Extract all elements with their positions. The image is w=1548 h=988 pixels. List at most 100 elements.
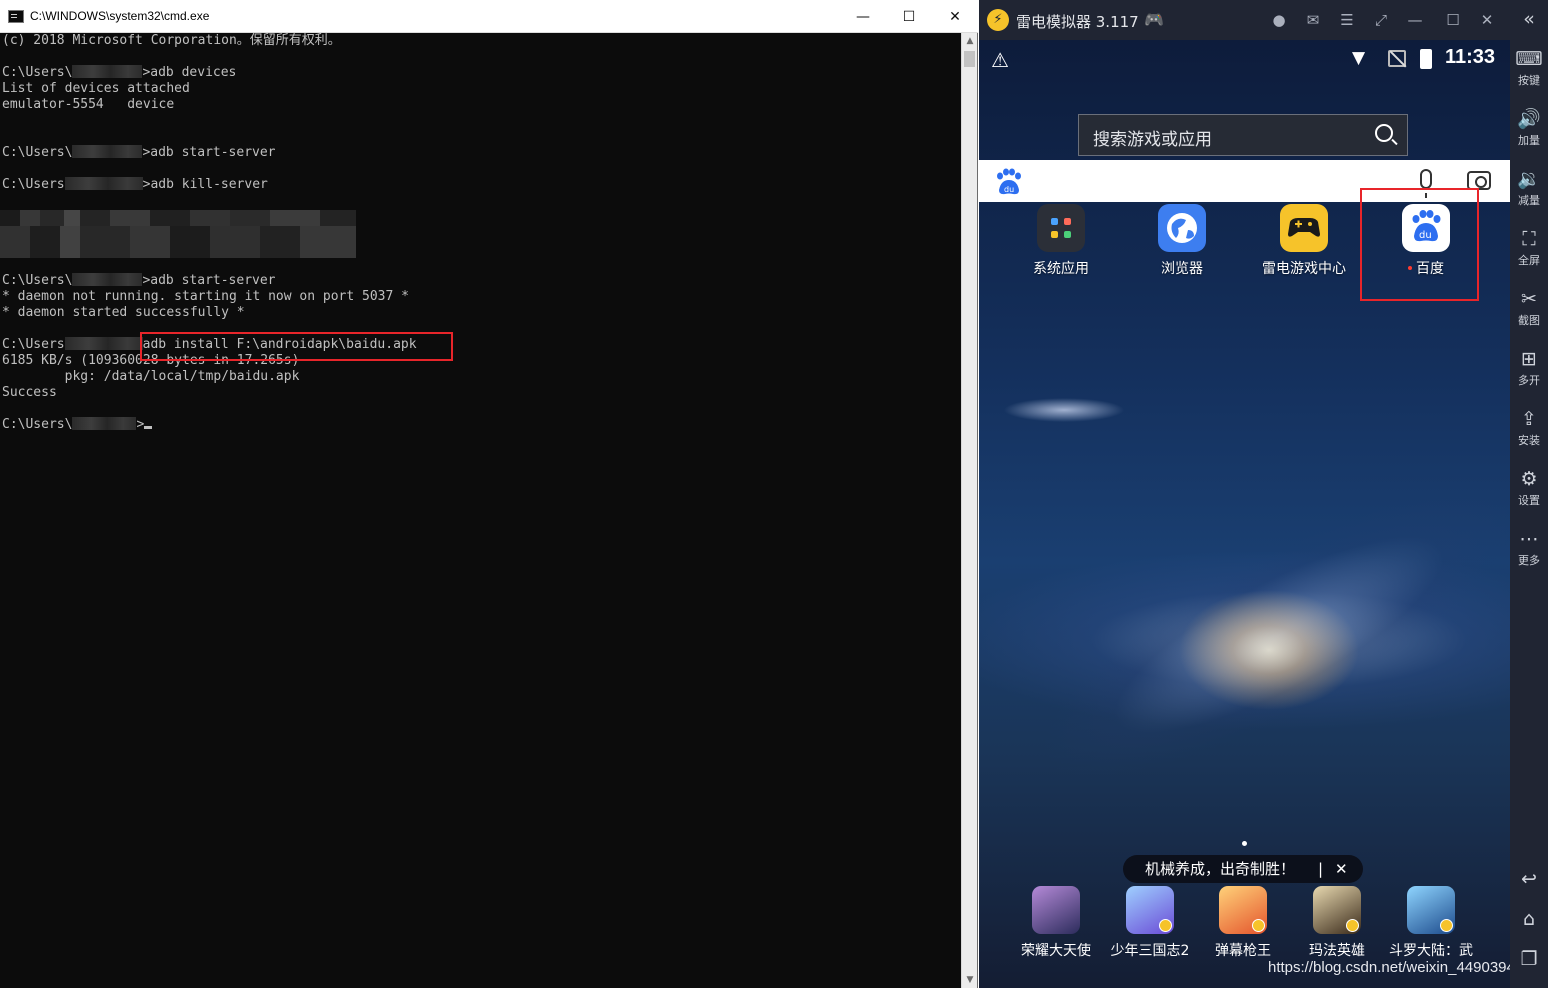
console-text: C:\Users\ bbox=[2, 145, 73, 160]
sidebar-button[interactable]: ⊞ 多开 bbox=[1510, 348, 1548, 388]
game-thumbnail-icon bbox=[1313, 886, 1361, 934]
maximize-button[interactable]: ☐ bbox=[886, 0, 932, 33]
console-command: >adb kill-server bbox=[142, 177, 268, 192]
emulator-titlebar[interactable]: ⚡ 雷电模拟器 3.117 🎮 ● ✉ ☰ ⤢ — ☐ ✕ bbox=[979, 0, 1510, 40]
promo-separator: | bbox=[1318, 860, 1324, 878]
mail-icon[interactable]: ✉ bbox=[1302, 9, 1324, 31]
back-icon[interactable]: ↩ bbox=[1510, 868, 1548, 890]
game-thumbnail-icon bbox=[1032, 886, 1080, 934]
app-search-box[interactable]: 搜索游戏或应用 bbox=[1078, 114, 1408, 156]
close-button[interactable]: ✕ bbox=[932, 0, 978, 33]
scroll-down-arrow-icon[interactable]: ▼ bbox=[962, 972, 978, 988]
sidebar-button[interactable]: 🔊 加量 bbox=[1510, 108, 1548, 148]
promo-banner[interactable]: 机械养成，出奇制胜！ | ✕ bbox=[1123, 855, 1363, 883]
sidebar-button[interactable]: ⋯ 更多 bbox=[1510, 528, 1548, 568]
app-shortcut[interactable]: 雷电游戏中心 bbox=[1249, 204, 1359, 278]
console-line: pkg: /data/local/tmp/baidu.apk bbox=[2, 369, 962, 385]
scroll-up-arrow-icon[interactable]: ▲ bbox=[962, 33, 978, 49]
settings-icon: ⚙ bbox=[1520, 468, 1538, 490]
console-line: Success bbox=[2, 385, 962, 401]
battery-charging-icon bbox=[1420, 49, 1432, 69]
app-label-text: 系统应用 bbox=[1033, 261, 1089, 277]
promo-close-icon[interactable]: ✕ bbox=[1335, 855, 1348, 883]
scroll-thumb[interactable] bbox=[964, 51, 975, 67]
app-label: 系统应用 bbox=[1006, 258, 1116, 278]
keyboard-icon: ⌨ bbox=[1515, 48, 1543, 70]
leidian-badge-icon bbox=[1252, 919, 1265, 932]
search-icon[interactable] bbox=[1375, 124, 1393, 142]
console-command: >adb start-server bbox=[142, 145, 276, 160]
sidebar-label: 安装 bbox=[1518, 434, 1540, 447]
leidian-badge-icon bbox=[1346, 919, 1359, 932]
status-time: 11:33 bbox=[1445, 46, 1496, 68]
android-screen[interactable]: ⚠ ▼ 11:33 搜索游戏或应用 du 系统应用 浏览器 雷电游戏中心 du 百度 bbox=[979, 40, 1510, 988]
cmd-titlebar[interactable]: C:\WINDOWS\system32\cmd.exe — ☐ ✕ bbox=[0, 0, 978, 33]
scissors-icon: ✂ bbox=[1521, 288, 1537, 310]
app-label-text: 雷电游戏中心 bbox=[1262, 261, 1346, 277]
console-command: >adb devices bbox=[142, 65, 237, 80]
more-icon: ⋯ bbox=[1519, 528, 1539, 550]
game-thumbnail-icon bbox=[1219, 886, 1267, 934]
collapse-sidebar-icon[interactable]: « bbox=[1510, 8, 1548, 30]
sidebar-button[interactable]: ✂ 截图 bbox=[1510, 288, 1548, 328]
sidebar-button[interactable]: ⇪ 安装 bbox=[1510, 408, 1548, 448]
game-thumbnail-icon bbox=[1407, 886, 1455, 934]
voice-search-icon[interactable] bbox=[1420, 169, 1432, 198]
status-bar: ⚠ ▼ 11:33 bbox=[979, 40, 1510, 80]
sidebar-button[interactable]: ⚙ 设置 bbox=[1510, 468, 1548, 508]
sidebar-label: 按键 bbox=[1518, 74, 1540, 87]
console-text: C:\Users bbox=[2, 177, 65, 192]
emulator-minimize-icon[interactable]: — bbox=[1404, 9, 1426, 31]
leidian-logo-icon: ⚡ bbox=[987, 9, 1009, 31]
redacted-username bbox=[64, 177, 143, 190]
game-label: 荣耀大天使 bbox=[1021, 943, 1091, 959]
redacted-username bbox=[72, 417, 137, 430]
console-text: C:\Users\ bbox=[2, 65, 73, 80]
console-command: > bbox=[136, 417, 145, 432]
user-avatar-icon[interactable]: ● bbox=[1268, 9, 1290, 31]
fullscreen-icon: ⛶ bbox=[1522, 228, 1536, 250]
sidebar-label: 全屏 bbox=[1518, 254, 1540, 267]
restore-window-icon[interactable]: ⤢ bbox=[1370, 9, 1392, 31]
emulator-window: ⚡ 雷电模拟器 3.117 🎮 ● ✉ ☰ ⤢ — ☐ ✕ ⚠ ▼ 11:33 … bbox=[979, 0, 1548, 988]
menu-icon[interactable]: ☰ bbox=[1336, 9, 1358, 31]
sidebar-button[interactable]: ⌨ 按键 bbox=[1510, 48, 1548, 88]
game-shortcut[interactable]: 斗罗大陆：武 bbox=[1384, 886, 1478, 960]
csdn-watermark: https://blog.csdn.net/weixin_44903941 bbox=[1268, 959, 1510, 976]
emulator-maximize-icon[interactable]: ☐ bbox=[1442, 9, 1464, 31]
svg-text:du: du bbox=[1004, 185, 1014, 194]
game-shortcut[interactable]: 弹幕枪王 bbox=[1196, 886, 1290, 960]
console-text: C:\Users bbox=[2, 337, 65, 352]
sidebar-button[interactable]: 🔉 减量 bbox=[1510, 168, 1548, 208]
emulator-close-icon[interactable]: ✕ bbox=[1476, 9, 1498, 31]
cmd-scrollbar[interactable]: ▲ ▼ bbox=[961, 33, 977, 988]
game-shortcut[interactable]: 荣耀大天使 bbox=[1009, 886, 1103, 960]
app-shortcut[interactable]: 系统应用 bbox=[1006, 204, 1116, 278]
recents-icon[interactable]: ❐ bbox=[1510, 948, 1548, 970]
gamepad-icon[interactable]: 🎮 bbox=[1144, 10, 1164, 29]
leidian-badge-icon bbox=[1159, 919, 1172, 932]
console-command: >adb start-server bbox=[142, 273, 276, 288]
sidebar-button[interactable]: ⛶ 全屏 bbox=[1510, 228, 1548, 268]
console-line: * daemon not running. starting it now on… bbox=[2, 289, 962, 305]
baidu-paw-icon: du bbox=[997, 168, 1021, 195]
console-line: C:\Users\ > bbox=[2, 417, 962, 433]
cmd-console-output[interactable]: (c) 2018 Microsoft Corporation。保留所有权利。 C:… bbox=[0, 33, 962, 988]
console-line: * daemon started successfully * bbox=[2, 305, 962, 321]
home-icon[interactable]: ⌂ bbox=[1510, 908, 1548, 930]
promo-text: 机械养成，出奇制胜！ bbox=[1145, 860, 1296, 878]
game-shortcut[interactable]: 少年三国志2 bbox=[1103, 886, 1197, 960]
emulator-title: 雷电模拟器 3.117 bbox=[1016, 13, 1139, 31]
app-shortcut[interactable]: 浏览器 bbox=[1127, 204, 1237, 278]
volume-down-icon: 🔉 bbox=[1517, 168, 1541, 190]
browser-icon bbox=[1158, 204, 1206, 252]
cmd-window: C:\WINDOWS\system32\cmd.exe — ☐ ✕ (c) 20… bbox=[0, 0, 978, 988]
console-text: emulator-5554 device bbox=[2, 97, 175, 112]
game-shortcut[interactable]: 玛法英雄 bbox=[1290, 886, 1384, 960]
app-label: 雷电游戏中心 bbox=[1249, 258, 1359, 278]
minimize-button[interactable]: — bbox=[840, 0, 886, 33]
